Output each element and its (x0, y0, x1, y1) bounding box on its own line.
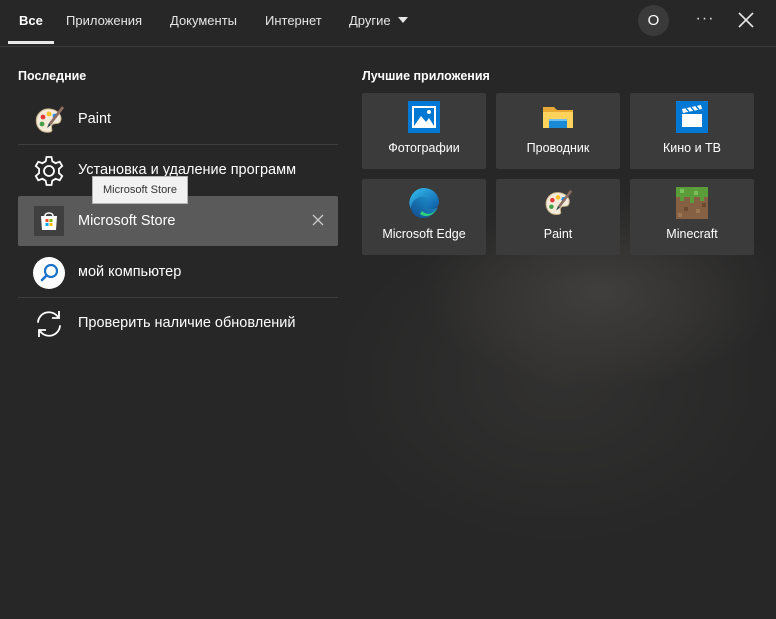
app-tile-label: Paint (543, 227, 573, 241)
top-apps-section-title: Лучшие приложения (362, 69, 490, 83)
tab-more-label: Другие (349, 13, 391, 28)
search-icon (32, 256, 66, 290)
tab-web[interactable]: Интернет (265, 0, 322, 43)
tab-more[interactable]: Другие (349, 0, 408, 43)
recent-item-check-updates[interactable]: Проверить наличие обновлений (18, 298, 338, 348)
app-tile-paint[interactable]: Paint (496, 179, 620, 255)
app-tile-label: Minecraft (666, 227, 718, 241)
recent-item-label: Проверить наличие обновлений (78, 315, 296, 331)
paint-icon (542, 187, 574, 219)
close-icon (738, 12, 754, 28)
recent-section-title: Последние (18, 69, 87, 83)
file-explorer-icon (542, 101, 574, 133)
tab-web-label: Интернет (265, 13, 322, 28)
gear-icon (32, 154, 66, 188)
chevron-down-icon (397, 17, 408, 23)
app-tile-minecraft[interactable]: Minecraft (630, 179, 754, 255)
recent-item-my-computer[interactable]: мой компьютер (18, 247, 338, 297)
recent-item-label: Paint (78, 111, 112, 127)
account-avatar[interactable]: O (638, 5, 669, 36)
more-options-button[interactable]: ··· (693, 5, 717, 36)
paint-icon (32, 103, 66, 137)
tab-all[interactable]: Все (8, 0, 54, 44)
recent-item-label: мой компьютер (78, 264, 182, 280)
recent-item-paint[interactable]: Paint (18, 94, 338, 144)
app-tile-photos[interactable]: Фотографии (362, 93, 486, 169)
search-window: Все Приложения Документы Интернет Другие… (0, 0, 776, 619)
app-tile-edge[interactable]: Microsoft Edge (362, 179, 486, 255)
tooltip: Microsoft Store (92, 176, 188, 204)
tab-documents-label: Документы (170, 13, 238, 28)
app-tile-label: Microsoft Edge (382, 227, 466, 241)
app-tile-label: Фотографии (388, 141, 460, 155)
close-button[interactable] (734, 8, 758, 32)
minecraft-icon (676, 187, 708, 219)
photos-icon (408, 101, 440, 133)
tab-apps-label: Приложения (66, 13, 143, 28)
close-icon (312, 214, 324, 226)
movies-tv-icon (676, 101, 708, 133)
tab-documents[interactable]: Документы (170, 0, 237, 43)
app-tile-label: Кино и ТВ (662, 141, 722, 155)
app-tile-movies-tv[interactable]: Кино и ТВ (630, 93, 754, 169)
remove-from-history-button[interactable] (310, 212, 326, 228)
tab-apps[interactable]: Приложения (66, 0, 142, 43)
edge-icon (408, 187, 440, 219)
store-icon (34, 206, 64, 236)
search-scope-bar: Все Приложения Документы Интернет Другие… (0, 0, 776, 47)
sync-icon (32, 307, 66, 341)
app-tile-label: Проводник (526, 141, 590, 155)
app-tile-file-explorer[interactable]: Проводник (496, 93, 620, 169)
tab-all-label: Все (19, 13, 43, 28)
